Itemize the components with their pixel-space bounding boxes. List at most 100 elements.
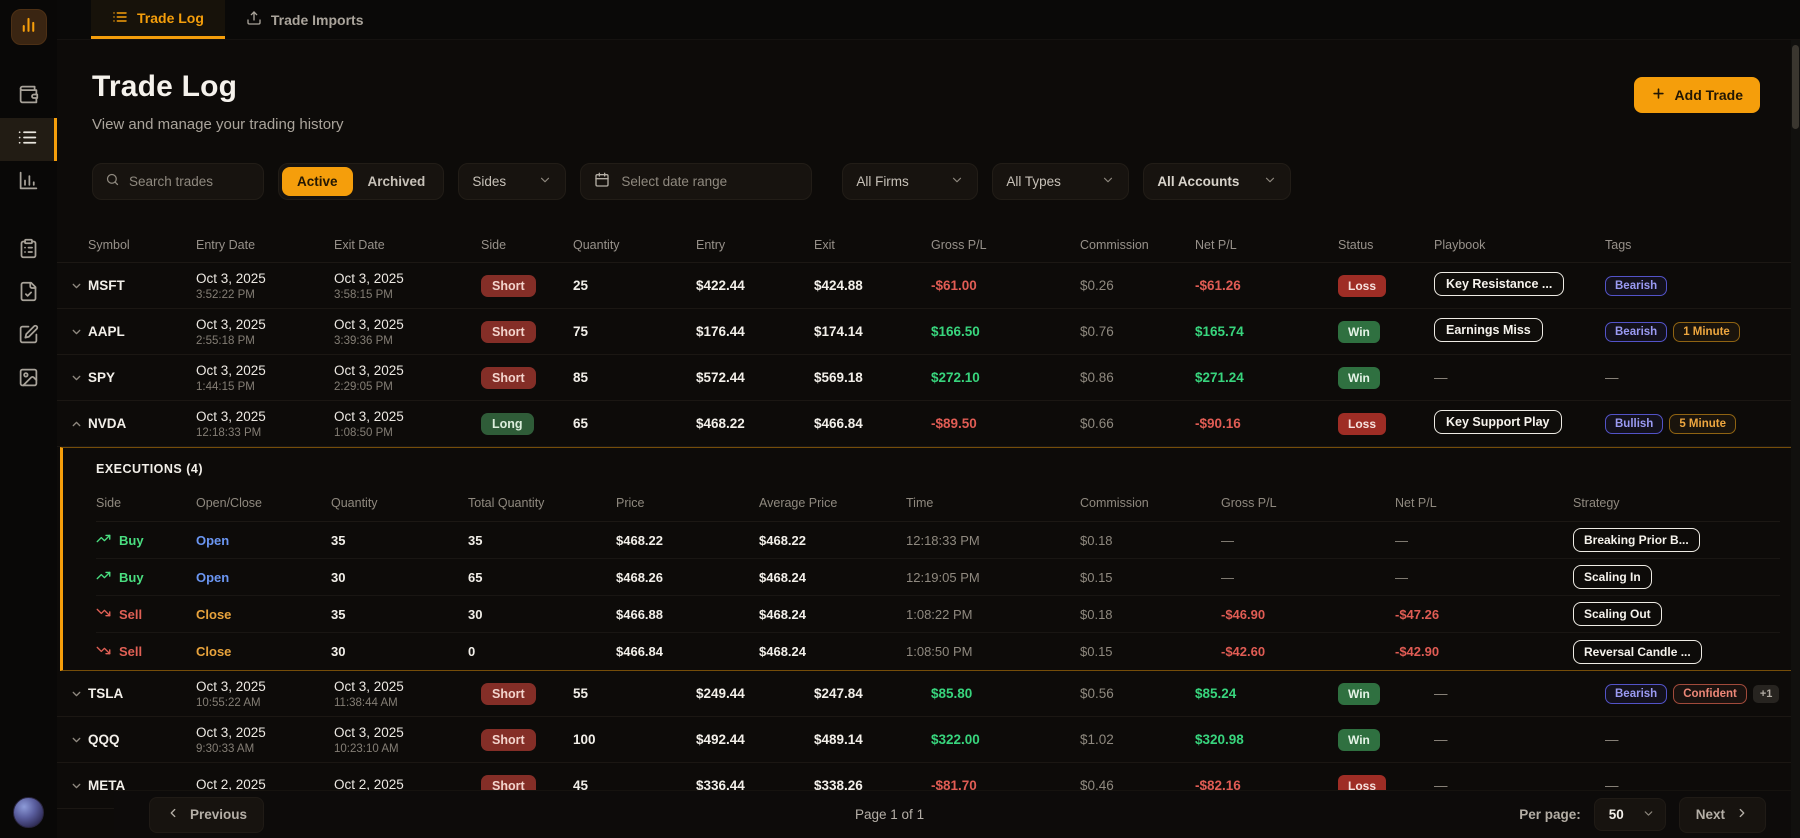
edit-icon (18, 324, 39, 350)
sides-dropdown[interactable]: Sides (458, 163, 566, 200)
accounts-dropdown[interactable]: All Accounts (1143, 163, 1291, 200)
tab-trade-log[interactable]: Trade Log (91, 0, 225, 39)
chevron-up-icon[interactable] (70, 417, 83, 430)
tags: Bearish (1605, 276, 1780, 296)
chevron-down-icon (538, 173, 552, 190)
quantity: 55 (573, 686, 696, 701)
trending-up-icon (96, 568, 111, 586)
quantity: 65 (573, 416, 696, 431)
chevron-left-icon (166, 806, 180, 823)
execution-row: Buy Open 35 35 $468.22 $468.22 12:18:33 … (96, 522, 1780, 559)
tag: Bullish (1605, 414, 1663, 434)
exit-date: Oct 3, 20252:29:05 PM (334, 363, 481, 393)
table-row[interactable]: MSFT Oct 3, 20253:52:22 PM Oct 3, 20253:… (57, 263, 1800, 309)
strategy-pill: Scaling Out (1573, 602, 1662, 626)
scrollbar-thumb[interactable] (1792, 45, 1799, 129)
vertical-scrollbar[interactable] (1791, 40, 1800, 838)
table-row[interactable]: SPY Oct 3, 20251:44:15 PM Oct 3, 20252:2… (57, 355, 1800, 401)
tags: BearishConfident+1 (1605, 684, 1780, 704)
app-logo[interactable] (11, 9, 47, 45)
sidebar-item-reports[interactable] (0, 272, 57, 315)
chevron-down-icon[interactable] (70, 325, 83, 338)
chevron-down-icon[interactable] (70, 733, 83, 746)
tag: Bearish (1605, 684, 1667, 704)
sidebar-item-trade-log[interactable] (0, 118, 57, 161)
sidebar-item-gallery[interactable] (0, 358, 57, 401)
tag: 5 Minute (1669, 414, 1736, 434)
symbol: QQQ (88, 732, 196, 747)
tags-empty: — (1605, 732, 1780, 747)
commission: $0.76 (1080, 324, 1195, 339)
table-row[interactable]: AAPL Oct 3, 20252:55:18 PM Oct 3, 20253:… (57, 309, 1800, 355)
archived-toggle[interactable]: Archived (353, 167, 441, 196)
user-avatar[interactable] (13, 797, 44, 828)
status-badge: Win (1338, 367, 1380, 389)
chevron-right-icon (1735, 806, 1749, 823)
tag-more: +1 (1753, 685, 1780, 703)
previous-button[interactable]: Previous (149, 797, 264, 833)
image-icon (18, 367, 39, 393)
active-toggle[interactable]: Active (282, 167, 353, 196)
chevron-down-icon[interactable] (70, 779, 83, 792)
gross-pl: $166.50 (931, 324, 1080, 339)
chevron-down-icon (950, 173, 964, 190)
table-row[interactable]: QQQ Oct 3, 20259:30:33 AM Oct 3, 202510:… (57, 717, 1800, 763)
search-input[interactable] (129, 174, 251, 189)
chevron-down-icon[interactable] (70, 279, 83, 292)
exit-price: $174.14 (814, 324, 931, 339)
open-close: Open (196, 570, 331, 585)
firms-dropdown[interactable]: All Firms (842, 163, 978, 200)
quantity: 25 (573, 278, 696, 293)
chevron-down-icon[interactable] (70, 687, 83, 700)
chevron-down-icon[interactable] (70, 371, 83, 384)
tab-trade-imports[interactable]: Trade Imports (225, 0, 385, 39)
table-header: Symbol Entry Date Exit Date Side Quantit… (57, 227, 1800, 263)
symbol: AAPL (88, 324, 196, 339)
top-tabbar: Trade Log Trade Imports (57, 0, 1800, 40)
executions-header: Side Open/Close Quantity Total Quantity … (96, 484, 1780, 522)
sidebar (0, 0, 57, 838)
app-root: Trade Log Trade Imports Trade Log View a… (0, 0, 1800, 838)
sidebar-item-journal[interactable] (0, 229, 57, 272)
table-row[interactable]: TSLA Oct 3, 202510:55:22 AM Oct 3, 20251… (57, 671, 1800, 717)
sidebar-item-wallet[interactable] (0, 75, 57, 118)
add-trade-button[interactable]: Add Trade (1634, 77, 1760, 113)
status-toggle-group: Active Archived (278, 163, 444, 200)
tag: 1 Minute (1673, 322, 1740, 342)
entry-date: Oct 3, 20252:55:18 PM (196, 317, 334, 347)
file-check-icon (18, 281, 39, 307)
strategy-pill: Reversal Candle ... (1573, 640, 1702, 664)
quantity: 100 (573, 732, 696, 747)
entry-date: Oct 3, 20251:44:15 PM (196, 363, 334, 393)
clipboard-icon (18, 238, 39, 264)
search-trades-box[interactable] (92, 163, 264, 200)
next-button[interactable]: Next (1679, 797, 1766, 833)
upload-icon (246, 10, 262, 29)
tab-label: Trade Log (137, 10, 204, 26)
executions-title: EXECUTIONS (4) (96, 460, 1780, 484)
net-pl: $320.98 (1195, 732, 1338, 747)
sidebar-item-notes[interactable] (0, 315, 57, 358)
bar-chart-icon (18, 170, 39, 196)
bar-chart-logo-icon (19, 15, 38, 39)
side-badge: Short (481, 275, 536, 297)
per-page-select[interactable]: 50 (1594, 798, 1666, 831)
entry-date: Oct 3, 202512:18:33 PM (196, 409, 334, 439)
status-badge: Win (1338, 683, 1380, 705)
exit-date: Oct 3, 20253:58:15 PM (334, 271, 481, 301)
symbol: TSLA (88, 686, 196, 701)
tag: Bearish (1605, 322, 1667, 342)
entry-date: Oct 3, 20259:30:33 AM (196, 725, 334, 755)
strategy-pill: Scaling In (1573, 565, 1652, 589)
playbook-pill: Key Resistance ... (1434, 272, 1564, 296)
exit-price: $466.84 (814, 416, 931, 431)
playbook-empty: — (1434, 370, 1605, 385)
sidebar-item-analytics[interactable] (0, 161, 57, 204)
net-pl: $271.24 (1195, 370, 1338, 385)
types-dropdown[interactable]: All Types (992, 163, 1129, 200)
date-range-picker[interactable]: Select date range (580, 163, 812, 200)
wallet-icon (18, 84, 39, 110)
status-badge: Win (1338, 321, 1380, 343)
exit-date: Oct 3, 20253:39:36 PM (334, 317, 481, 347)
table-row-expanded[interactable]: NVDA Oct 3, 202512:18:33 PM Oct 3, 20251… (57, 401, 1800, 447)
